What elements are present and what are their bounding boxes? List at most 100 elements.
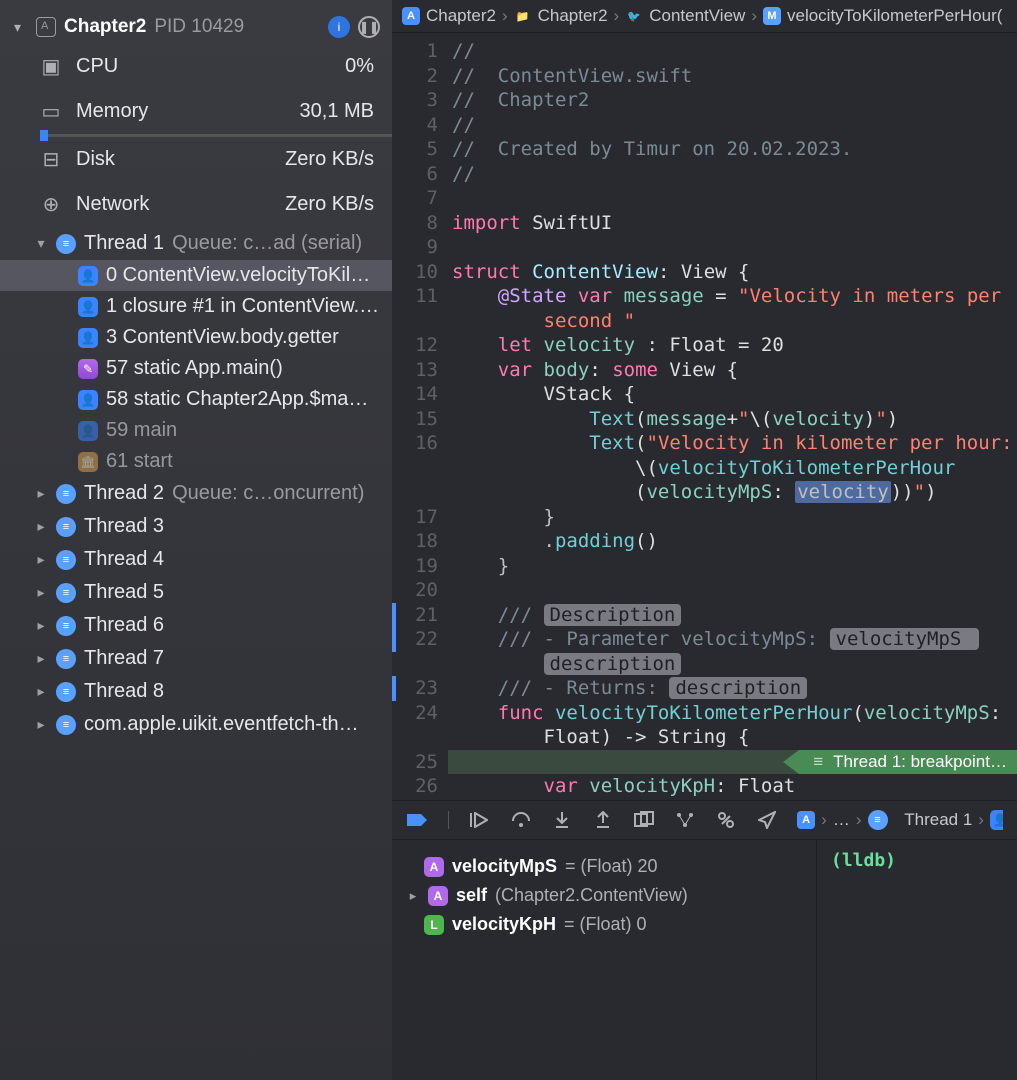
frame-icon [78, 328, 98, 348]
stack-frame-row[interactable]: 3 ContentView.body.getter [0, 322, 392, 353]
step-into-button[interactable] [552, 809, 573, 831]
lldb-prompt: (lldb) [831, 850, 896, 871]
code-line[interactable] [452, 186, 1017, 211]
thread-row[interactable]: Thread 4 [0, 543, 392, 576]
chevron-icon [34, 716, 48, 733]
metric-cpu[interactable]: ▣ CPU 0% [0, 44, 392, 89]
pause-badge-icon[interactable]: ❚❚ [358, 16, 380, 38]
thread-row[interactable]: Thread 5 [0, 576, 392, 609]
code-line[interactable] [452, 235, 1017, 260]
metric-network[interactable]: ⊕ Network Zero KB/s [0, 182, 392, 227]
metric-value: Zero KB/s [285, 148, 374, 171]
code-line[interactable]: /// Description [452, 603, 1017, 628]
code-line[interactable]: .padding() [452, 529, 1017, 554]
stack-frame-row[interactable]: 58 static Chapter2App.$ma… [0, 384, 392, 415]
info-badge-icon[interactable]: i [328, 16, 350, 38]
chevron-icon [34, 551, 48, 568]
code-area[interactable]: //// ContentView.swift// Chapter2//// Cr… [448, 33, 1017, 800]
thread-row[interactable]: Thread 6 [0, 609, 392, 642]
metric-label: Network [76, 193, 271, 216]
variables-view[interactable]: AvelocityMpS = (Float) 20▸Aself (Chapter… [392, 840, 817, 1080]
code-line[interactable]: /// - Returns: description [452, 676, 1017, 701]
code-line[interactable]: /// - Parameter velocityMpS: velocityMpS [452, 627, 1017, 652]
code-line[interactable]: // ContentView.swift [452, 64, 1017, 89]
thread-queue: Queue: c…oncurrent) [172, 482, 364, 505]
code-line[interactable]: var velocityKpH: Float [452, 774, 1017, 799]
environment-overrides-button[interactable] [715, 809, 736, 831]
stack-frame-row[interactable]: 0 ContentView.velocityToKil… [0, 260, 392, 291]
debug-view-hierarchy-button[interactable] [634, 809, 655, 831]
stack-frame-row[interactable]: 59 main [0, 415, 392, 446]
frame-icon [78, 266, 98, 286]
breadcrumb-item[interactable]: MvelocityToKilometerPerHour( [763, 6, 1002, 26]
metric-value: 0% [345, 55, 374, 78]
variable-name: velocityMpS [452, 856, 557, 877]
thread-row[interactable]: Thread 3 [0, 510, 392, 543]
thread-row[interactable]: Thread 8 [0, 675, 392, 708]
thread-row[interactable]: Thread 7 [0, 642, 392, 675]
metric-memory[interactable]: ▭ Memory 30,1 MB [0, 89, 392, 134]
stack-frame-row[interactable]: 61 start [0, 446, 392, 477]
code-line[interactable]: struct ContentView: View { [452, 260, 1017, 285]
project-icon: A [402, 7, 420, 25]
code-line[interactable]: // [452, 39, 1017, 64]
code-line[interactable]: } [452, 505, 1017, 530]
code-line[interactable]: // Created by Timur on 20.02.2023. [452, 137, 1017, 162]
code-line[interactable]: } [452, 554, 1017, 579]
code-line[interactable]: Text(message+"\(velocity)") [452, 407, 1017, 432]
code-line[interactable]: second " [452, 309, 1017, 334]
code-line[interactable]: (velocityMpS: velocity))") [452, 480, 1017, 505]
metric-value: 30,1 MB [300, 100, 374, 123]
breakpoint-indicator[interactable]: ≡Thread 1: breakpoint… [799, 750, 1017, 775]
thread-name: Thread 4 [84, 548, 164, 571]
breadcrumb-item[interactable]: 📁Chapter2 [514, 6, 608, 26]
code-line[interactable]: Text("Velocity in kilometer per hour: [452, 431, 1017, 456]
lldb-console[interactable]: (lldb) [817, 840, 1017, 1080]
code-line[interactable]: import SwiftUI [452, 211, 1017, 236]
thread-name: Thread 3 [84, 515, 164, 538]
thread-name: Thread 8 [84, 680, 164, 703]
chevron-right-icon: › [976, 810, 986, 830]
code-line[interactable]: VStack { [452, 382, 1017, 407]
thread-name: com.apple.uikit.eventfetch-th… [84, 713, 359, 736]
thread-row[interactable]: com.apple.uikit.eventfetch-th… [0, 708, 392, 741]
frame-label: 61 start [106, 450, 173, 473]
variable-row[interactable]: ▸Aself (Chapter2.ContentView) [406, 881, 802, 910]
breakpoints-toggle-button[interactable] [406, 809, 428, 831]
code-line[interactable]: // Chapter2 [452, 88, 1017, 113]
continue-button[interactable] [469, 809, 490, 831]
step-over-button[interactable] [510, 809, 532, 831]
code-editor[interactable]: 1234567891011121314151617181920212223242… [392, 33, 1017, 800]
breadcrumb-item[interactable]: AChapter2 [402, 6, 496, 26]
thread-row[interactable]: Thread 2 Queue: c…oncurrent) [0, 477, 392, 510]
code-line[interactable]: let velocity : Float = 20 [452, 333, 1017, 358]
breadcrumb-item[interactable]: 🐦ContentView [625, 6, 745, 26]
stack-frame-row[interactable]: 1 closure #1 in ContentView.… [0, 291, 392, 322]
code-line[interactable]: var body: some View { [452, 358, 1017, 383]
code-line[interactable]: \(velocityToKilometerPerHour [452, 456, 1017, 481]
code-line[interactable]: // [452, 113, 1017, 138]
process-header[interactable]: ▾ Chapter2 PID 10429 i ❚❚ [0, 10, 392, 44]
chevron-icon [34, 683, 48, 700]
chevron-right-icon: ▸ [406, 888, 420, 904]
thread-icon [56, 484, 76, 504]
location-simulate-button[interactable] [756, 809, 777, 831]
thread-name: Thread 1 [84, 232, 164, 255]
step-out-button[interactable] [593, 809, 614, 831]
line-gutter: 1234567891011121314151617181920212223242… [392, 33, 448, 800]
debug-memory-graph-button[interactable] [674, 809, 695, 831]
code-line[interactable]: Float) -> String { [452, 725, 1017, 750]
stack-frame-row[interactable]: 57 static App.main() [0, 353, 392, 384]
variable-row[interactable]: LvelocityKpH = (Float) 0 [406, 910, 802, 939]
code-line[interactable]: func velocityToKilometerPerHour(velocity… [452, 701, 1017, 726]
variable-row[interactable]: AvelocityMpS = (Float) 20 [406, 852, 802, 881]
debug-path-breadcrumb[interactable]: A › … › Thread 1 › 0 C [797, 810, 1003, 830]
code-line[interactable]: description [452, 652, 1017, 677]
code-line[interactable]: @State var message = "Velocity in meters… [452, 284, 1017, 309]
metric-disk[interactable]: ⊟ Disk Zero KB/s [0, 137, 392, 182]
variable-name: velocityKpH [452, 914, 556, 935]
code-line[interactable] [452, 578, 1017, 603]
frame-icon [78, 359, 98, 379]
thread-row[interactable]: Thread 1 Queue: c…ad (serial) [0, 227, 392, 260]
code-line[interactable]: // [452, 162, 1017, 187]
